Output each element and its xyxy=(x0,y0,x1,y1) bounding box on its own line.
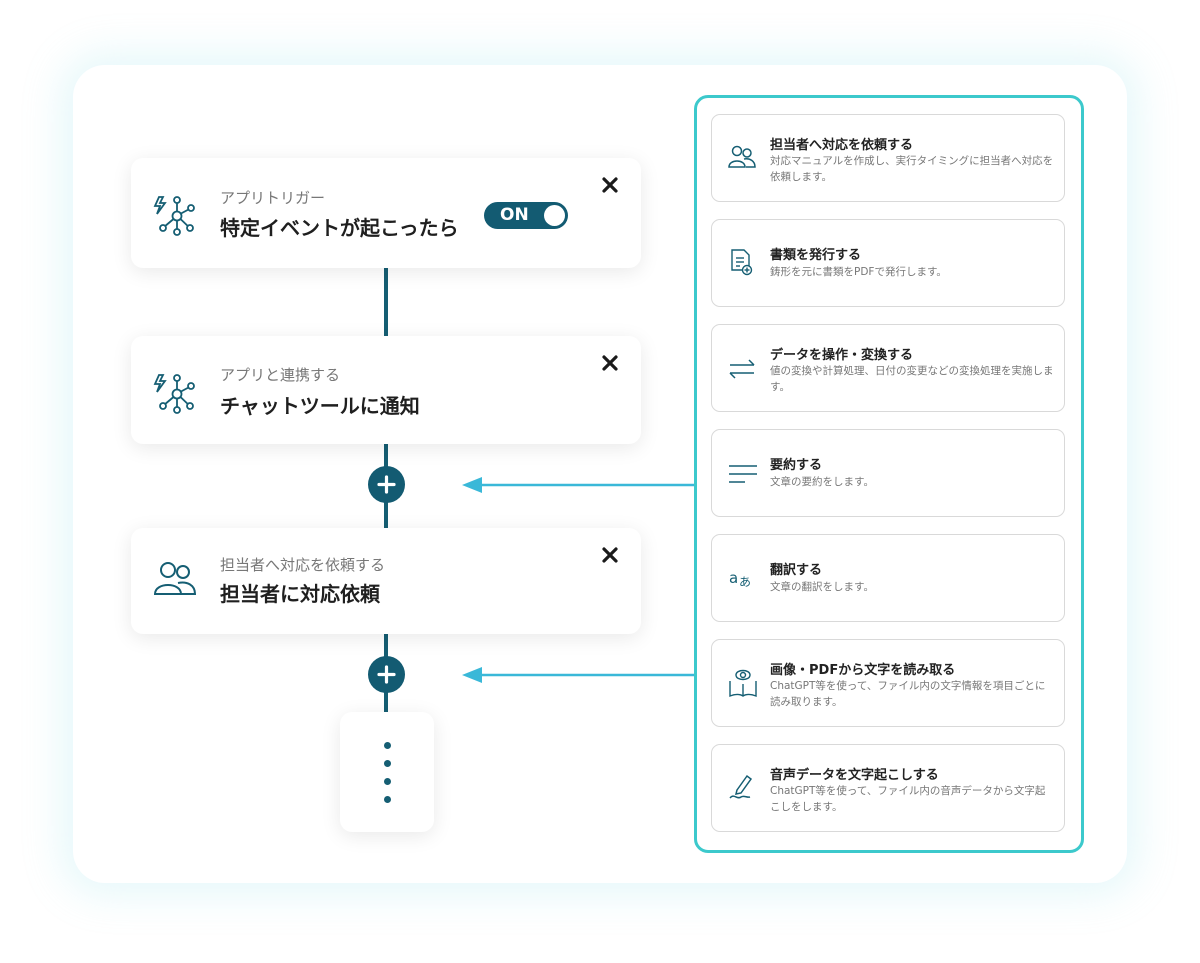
connector-line xyxy=(384,268,388,336)
toggle-label: ON xyxy=(500,205,529,225)
translate-icon: a あ xyxy=(728,567,756,593)
app-step-card[interactable]: アプリと連携する チャットツールに通知 xyxy=(131,336,641,444)
option-desc: 文章の翻訳をします。 xyxy=(770,581,874,593)
option-desc: 鋳形を元に書類をPDFで発行します。 xyxy=(770,266,947,278)
dot xyxy=(384,760,391,767)
close-icon[interactable] xyxy=(601,546,619,564)
option-translate[interactable]: a あ 翻訳する 文章の翻訳をします。 xyxy=(711,534,1065,622)
arrow-left-icon xyxy=(462,667,696,683)
plus-icon xyxy=(377,475,396,494)
option-summarize[interactable]: 要約する 文章の要約をします。 xyxy=(711,429,1065,517)
add-step-button[interactable] xyxy=(368,656,405,693)
pen-icon xyxy=(728,773,756,805)
dot xyxy=(384,796,391,803)
convert-arrows-icon xyxy=(728,359,756,383)
book-eye-icon xyxy=(728,666,758,702)
option-title: データを操作・変換する xyxy=(770,348,914,363)
more-steps-indicator[interactable] xyxy=(340,712,434,832)
document-icon xyxy=(728,249,754,281)
svg-text:a: a xyxy=(729,569,738,587)
option-transform-data[interactable]: データを操作・変換する 値の変換や計算処理、日付の変更などの変換処理を実施します… xyxy=(711,324,1065,412)
option-ocr[interactable]: 画像・PDFから文字を読み取る ChatGPT等を使って、ファイル内の文字情報を… xyxy=(711,639,1065,727)
dot xyxy=(384,778,391,785)
arrow-left-icon xyxy=(462,477,696,493)
option-issue-document[interactable]: 書類を発行する 鋳形を元に書類をPDFで発行します。 xyxy=(711,219,1065,307)
option-desc: ChatGPT等を使って、ファイル内の文字情報を項目ごとに読み取ります。 xyxy=(770,680,1046,708)
trigger-card[interactable]: アプリトリガー 特定イベントが起こったら ON xyxy=(131,158,641,268)
close-icon[interactable] xyxy=(601,176,619,194)
toggle-knob xyxy=(544,205,565,226)
option-title: 要約する xyxy=(770,458,823,473)
step-title: チャットツールに通知 xyxy=(220,394,420,418)
assign-step-card[interactable]: 担当者へ対応を依頼する 担当者に対応依頼 xyxy=(131,528,641,634)
option-title: 画像・PDFから文字を読み取る xyxy=(770,663,956,678)
option-title: 音声データを文字起こしする xyxy=(770,768,939,783)
app-network-icon xyxy=(153,372,195,418)
option-desc: 対応マニュアルを作成し、実行タイミングに担当者へ対応を依頼します。 xyxy=(770,155,1054,183)
trigger-title: 特定イベントが起こったら xyxy=(220,216,459,240)
option-desc: ChatGPT等を使って、ファイル内の音声データから文字起こしをします。 xyxy=(770,785,1046,813)
trigger-toggle[interactable]: ON xyxy=(484,202,568,229)
option-title: 翻訳する xyxy=(770,563,823,578)
trigger-subtitle: アプリトリガー xyxy=(220,189,326,207)
people-icon xyxy=(728,145,756,173)
close-icon[interactable] xyxy=(601,354,619,372)
step-subtitle: 担当者へ対応を依頼する xyxy=(220,556,386,574)
option-desc: 値の変換や計算処理、日付の変更などの変換処理を実施します。 xyxy=(770,365,1054,393)
step-title: 担当者に対応依頼 xyxy=(220,582,380,606)
app-network-icon xyxy=(153,194,195,240)
dot xyxy=(384,742,391,749)
add-step-button[interactable] xyxy=(368,466,405,503)
people-icon xyxy=(153,560,197,602)
option-title: 担当者へ対応を依頼する xyxy=(770,138,914,153)
option-transcribe[interactable]: 音声データを文字起こしする ChatGPT等を使って、ファイル内の音声データから… xyxy=(711,744,1065,832)
action-options-panel: 担当者へ対応を依頼する 対応マニュアルを作成し、実行タイミングに担当者へ対応を依… xyxy=(694,95,1084,853)
svg-text:あ: あ xyxy=(739,575,751,589)
summary-lines-icon xyxy=(728,464,758,488)
option-desc: 文章の要約をします。 xyxy=(770,476,874,488)
option-assign[interactable]: 担当者へ対応を依頼する 対応マニュアルを作成し、実行タイミングに担当者へ対応を依… xyxy=(711,114,1065,202)
option-title: 書類を発行する xyxy=(770,248,862,263)
step-subtitle: アプリと連携する xyxy=(220,366,341,384)
plus-icon xyxy=(377,665,396,684)
